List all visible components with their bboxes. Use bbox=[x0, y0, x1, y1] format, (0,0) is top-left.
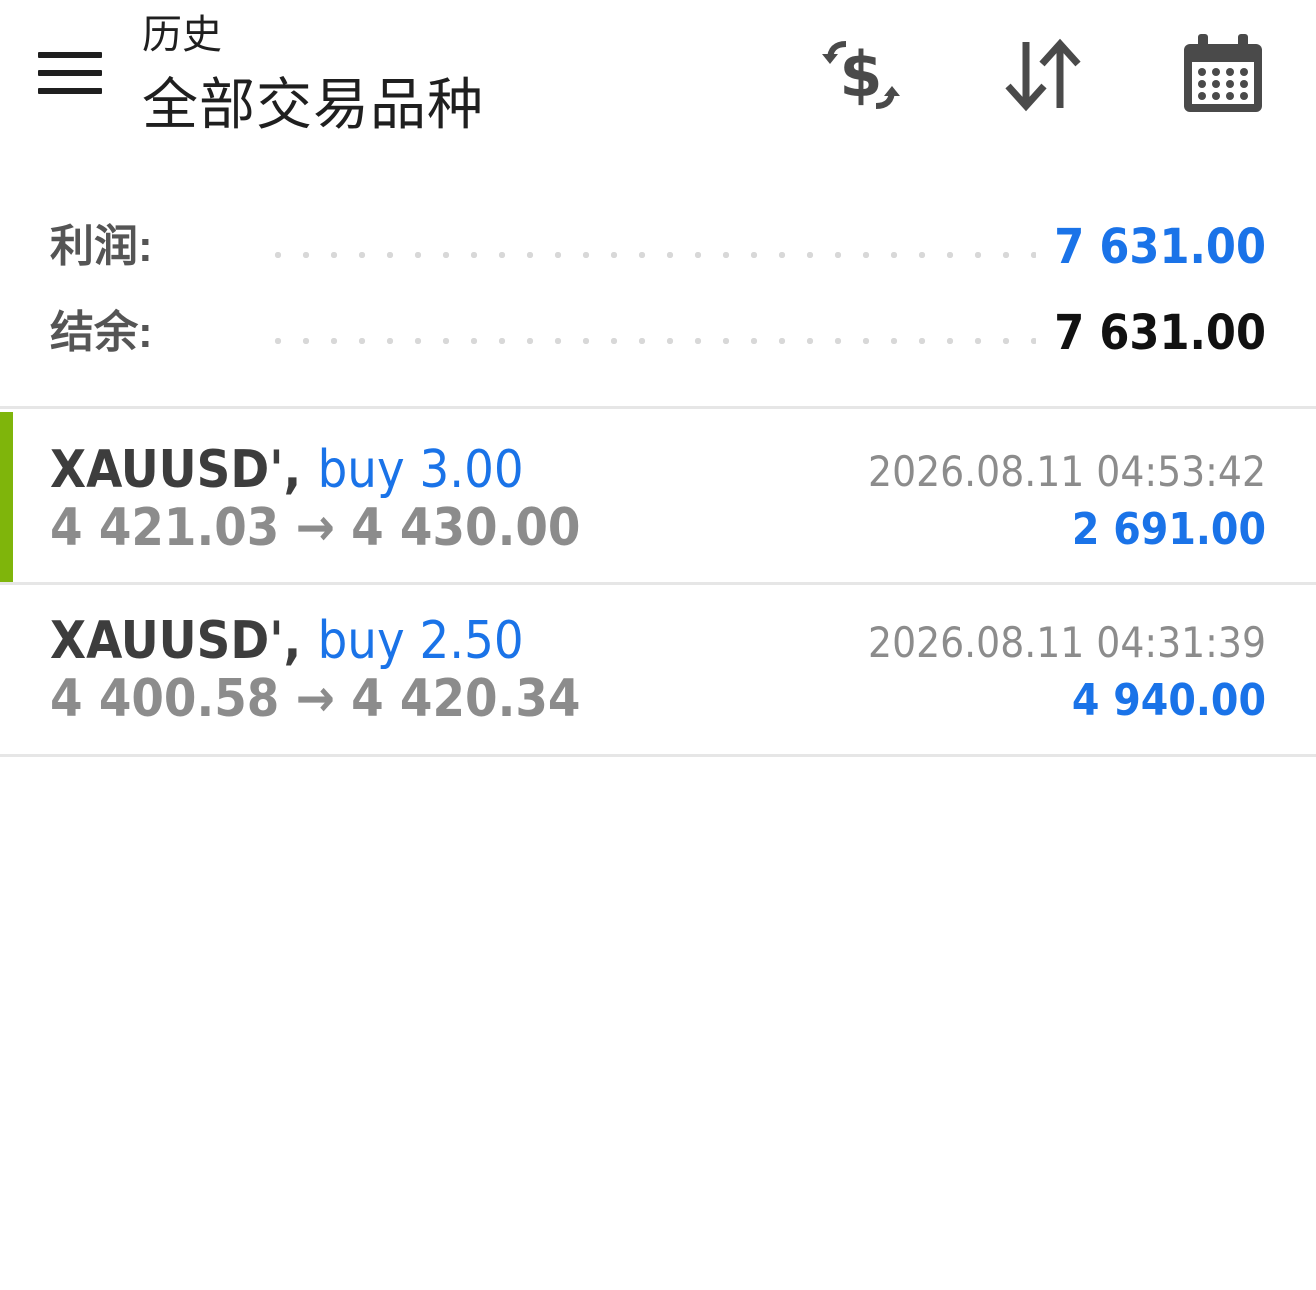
trade-prices: 4 400.58 → 4 420.34 bbox=[50, 669, 581, 729]
dollar-exchange-icon[interactable]: $ bbox=[816, 30, 906, 120]
trade-symbol-line: XAUUSD', buy 3.00 bbox=[50, 438, 524, 502]
app-header: 历史 全部交易品种 $ bbox=[0, 0, 1316, 170]
menu-bar bbox=[38, 70, 102, 76]
trade-side: buy 2.50 bbox=[317, 611, 524, 671]
trade-time: 2026.08.11 04:31:39 bbox=[868, 618, 1266, 667]
calendar-icon[interactable] bbox=[1178, 30, 1268, 120]
balance-label: 结余: bbox=[50, 308, 153, 357]
dot-leader bbox=[264, 252, 1036, 258]
balance-row: 结余: 7 631.00 bbox=[50, 298, 1266, 368]
trade-side: buy 3.00 bbox=[317, 440, 524, 500]
trade-prices: 4 421.03 → 4 430.00 bbox=[50, 498, 581, 558]
balance-value: 7 631.00 bbox=[1054, 305, 1266, 361]
divider bbox=[0, 406, 1316, 409]
divider bbox=[0, 754, 1316, 757]
trade-symbol-line: XAUUSD', buy 2.50 bbox=[50, 609, 524, 673]
trade-symbol: XAUUSD', bbox=[50, 611, 302, 671]
sort-icon[interactable] bbox=[998, 30, 1088, 120]
menu-icon[interactable] bbox=[30, 40, 110, 108]
trade-row[interactable]: XAUUSD', buy 3.00 4 421.03 → 4 430.00 20… bbox=[0, 412, 1316, 582]
symbol-filter-title[interactable]: 全部交易品种 bbox=[142, 72, 484, 138]
trade-time: 2026.08.11 04:53:42 bbox=[868, 447, 1266, 496]
page-title: 历史 bbox=[142, 13, 222, 57]
svg-text:$: $ bbox=[839, 38, 882, 111]
trade-profit: 4 940.00 bbox=[1071, 675, 1266, 726]
menu-bar bbox=[38, 88, 102, 94]
profit-label: 利润: bbox=[50, 222, 153, 271]
profit-row: 利润: 7 631.00 bbox=[50, 212, 1266, 282]
profit-value: 7 631.00 bbox=[1054, 219, 1266, 275]
trade-row[interactable]: XAUUSD', buy 2.50 4 400.58 → 4 420.34 20… bbox=[0, 585, 1316, 755]
trade-symbol: XAUUSD', bbox=[50, 440, 302, 500]
menu-bar bbox=[38, 52, 102, 58]
selected-indicator bbox=[0, 412, 13, 582]
dot-leader bbox=[264, 338, 1036, 344]
trade-profit: 2 691.00 bbox=[1071, 504, 1266, 555]
